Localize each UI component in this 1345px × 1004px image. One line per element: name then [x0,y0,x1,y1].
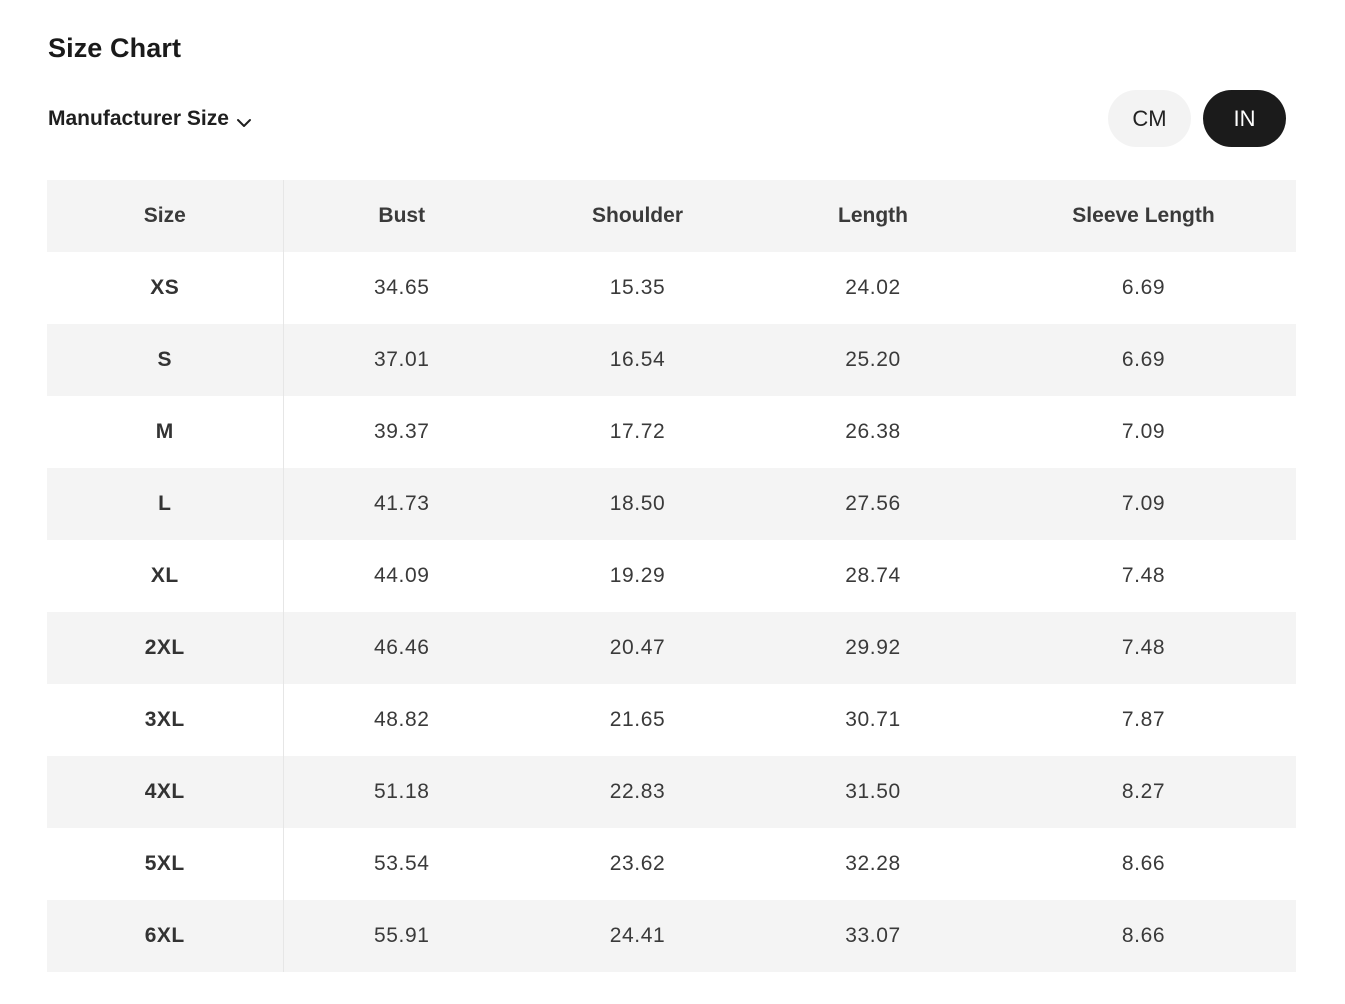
size-cell: S [47,324,284,396]
table-row: 6XL 55.91 24.41 33.07 8.66 [47,900,1296,972]
sleeve-length-cell: 7.87 [991,684,1296,756]
table-row: 4XL 51.18 22.83 31.50 8.27 [47,756,1296,828]
unit-in-button[interactable]: IN [1203,90,1286,147]
header-length: Length [755,180,991,252]
table-row: 2XL 46.46 20.47 29.92 7.48 [47,612,1296,684]
unit-cm-button[interactable]: CM [1108,90,1191,147]
size-cell: 6XL [47,900,284,972]
size-cell: XL [47,540,284,612]
bust-cell: 48.82 [283,684,520,756]
size-cell: 4XL [47,756,284,828]
shoulder-cell: 15.35 [520,252,755,324]
bust-cell: 39.37 [283,396,520,468]
bust-cell: 37.01 [283,324,520,396]
bust-cell: 46.46 [283,612,520,684]
page-title: Size Chart [48,33,182,63]
length-cell: 26.38 [755,396,991,468]
table-header-row: Size Bust Shoulder Length Sleeve Length [47,180,1296,252]
table-row: 5XL 53.54 23.62 32.28 8.66 [47,828,1296,900]
size-cell: 5XL [47,828,284,900]
shoulder-cell: 21.65 [520,684,755,756]
sleeve-length-cell: 8.66 [991,828,1296,900]
length-cell: 29.92 [755,612,991,684]
length-cell: 27.56 [755,468,991,540]
shoulder-cell: 17.72 [520,396,755,468]
sleeve-length-cell: 7.09 [991,468,1296,540]
bust-cell: 55.91 [283,900,520,972]
chevron-down-icon [236,113,252,129]
bust-cell: 41.73 [283,468,520,540]
table-row: 3XL 48.82 21.65 30.71 7.87 [47,684,1296,756]
table-row: L 41.73 18.50 27.56 7.09 [47,468,1296,540]
header-shoulder: Shoulder [520,180,755,252]
bust-cell: 44.09 [283,540,520,612]
length-cell: 24.02 [755,252,991,324]
size-cell: L [47,468,284,540]
sleeve-length-cell: 7.48 [991,612,1296,684]
sleeve-length-cell: 7.09 [991,396,1296,468]
length-cell: 33.07 [755,900,991,972]
shoulder-cell: 20.47 [520,612,755,684]
size-cell: XS [47,252,284,324]
length-cell: 30.71 [755,684,991,756]
bust-cell: 34.65 [283,252,520,324]
size-table: Size Bust Shoulder Length Sleeve Length … [47,180,1297,972]
shoulder-cell: 16.54 [520,324,755,396]
length-cell: 28.74 [755,540,991,612]
length-cell: 31.50 [755,756,991,828]
shoulder-cell: 18.50 [520,468,755,540]
sleeve-length-cell: 8.66 [991,900,1296,972]
size-system-dropdown[interactable]: Manufacturer Size [48,104,252,134]
length-cell: 32.28 [755,828,991,900]
shoulder-cell: 22.83 [520,756,755,828]
sleeve-length-cell: 7.48 [991,540,1296,612]
header-sleeve-length: Sleeve Length [991,180,1296,252]
size-system-label: Manufacturer Size [48,107,229,130]
shoulder-cell: 23.62 [520,828,755,900]
table-row: S 37.01 16.54 25.20 6.69 [47,324,1296,396]
length-cell: 25.20 [755,324,991,396]
sleeve-length-cell: 6.69 [991,252,1296,324]
table-row: XS 34.65 15.35 24.02 6.69 [47,252,1296,324]
shoulder-cell: 19.29 [520,540,755,612]
size-cell: M [47,396,284,468]
bust-cell: 53.54 [283,828,520,900]
sleeve-length-cell: 6.69 [991,324,1296,396]
header-bust: Bust [283,180,520,252]
sleeve-length-cell: 8.27 [991,756,1296,828]
shoulder-cell: 24.41 [520,900,755,972]
table-row: M 39.37 17.72 26.38 7.09 [47,396,1296,468]
bust-cell: 51.18 [283,756,520,828]
header-size: Size [47,180,284,252]
table-row: XL 44.09 19.29 28.74 7.48 [47,540,1296,612]
size-cell: 3XL [47,684,284,756]
size-cell: 2XL [47,612,284,684]
unit-toggle: CM IN [1108,90,1286,147]
